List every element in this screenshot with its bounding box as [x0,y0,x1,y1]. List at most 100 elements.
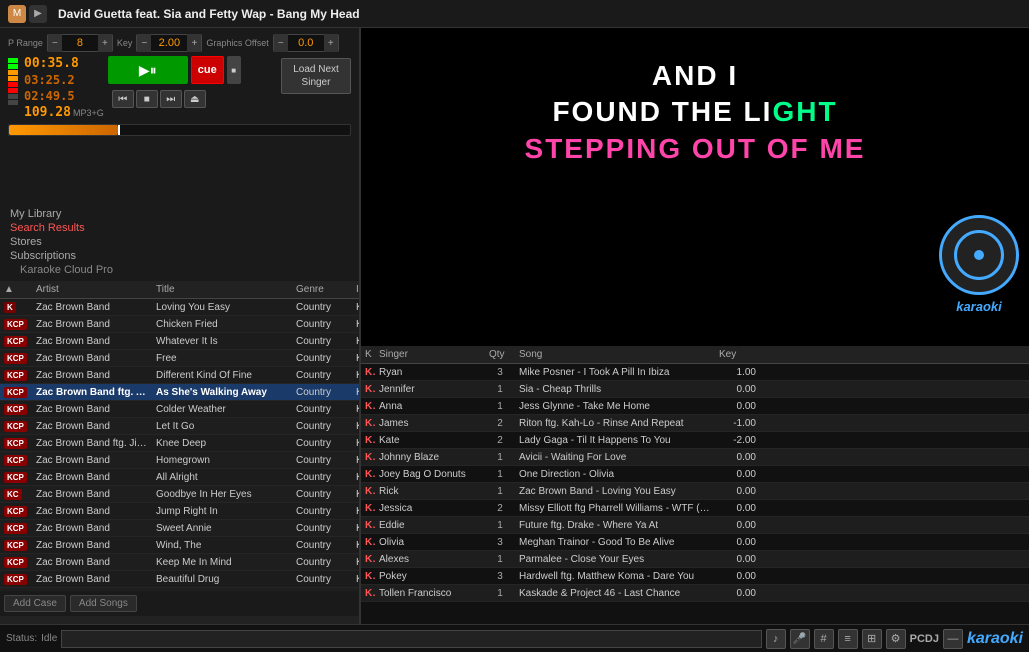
playback-area: ▶⏸ cue ■ ⏮ ■ ⏭ ⏏ [108,54,277,111]
queue-icon-btn[interactable]: ⊞ [862,629,882,649]
lyrics-area: AND I FOUND THE LI GHT STEPPING OUT OF M… [361,28,1029,346]
queue-row[interactable]: K Alexes 1 Parmalee - Close Your Eyes 0.… [361,551,1029,568]
library-table-body: K Zac Brown Band Loving You Easy Country… [0,299,359,591]
queue-row[interactable]: K Jessica 2 Missy Elliott ftg Pharrell W… [361,500,1029,517]
library-table: ▲ Artist Title Genre In Case K Zac Brown… [0,281,359,591]
key-decrement[interactable]: − [137,34,151,52]
library-row[interactable]: KCP Zac Brown Band Chicken Fried Country… [0,316,359,333]
search-input[interactable] [61,630,761,648]
library-row[interactable]: KCP Zac Brown Band All Alright Country K… [0,469,359,486]
row-genre: Country [292,386,352,399]
music-icon-btn[interactable]: ♪ [766,629,786,649]
row-genre: Country [292,522,352,535]
library-row[interactable]: KCP Zac Brown Band Homegrown Country Kar… [0,452,359,469]
row-artist: Zac Brown Band [32,471,152,484]
brand-area: karaoki [967,630,1023,648]
list-icon-btn[interactable]: ≡ [838,629,858,649]
play-mini-button[interactable]: ▶ [29,5,47,23]
graphics-offset-spinner[interactable]: − 0.0 + [273,34,339,52]
waveform-area[interactable] [8,124,351,136]
add-songs-button[interactable]: Add Songs [70,595,137,612]
settings-icon-btn[interactable]: ⚙ [886,629,906,649]
row-artist: Zac Brown Band [32,403,152,416]
nav-subscriptions[interactable]: Subscriptions [6,249,353,263]
nav-stores[interactable]: Stores [6,235,353,249]
stop-button[interactable]: ■ [227,56,241,84]
queue-row[interactable]: K Rick 1 Zac Brown Band - Loving You Eas… [361,483,1029,500]
queue-k: K [361,434,375,447]
eject-button[interactable]: ⏏ [184,90,206,108]
logo-circle [939,215,1019,295]
library-row[interactable]: KCP Zac Brown Band Let It Go Country Kar… [0,418,359,435]
row-incase: Karaoke Cl [352,301,359,314]
library-row[interactable]: KCP Zac Brown Band Colder Weather Countr… [0,401,359,418]
p-range-increment[interactable]: + [98,34,112,52]
nav-search-results[interactable]: Search Results [6,221,353,235]
library-row[interactable]: K Zac Brown Band Loving You Easy Country… [0,299,359,316]
library-row[interactable]: KC Zac Brown Band Goodbye In Her Eyes Co… [0,486,359,503]
hash-icon-btn[interactable]: # [814,629,834,649]
queue-row[interactable]: K Kate 2 Lady Gaga - Til It Happens To Y… [361,432,1029,449]
graphics-offset-decrement[interactable]: − [274,34,288,52]
queue-row[interactable]: K Eddie 1 Future ftg. Drake - Where Ya A… [361,517,1029,534]
queue-song: Missy Elliott ftg Pharrell Williams - WT… [515,502,715,515]
row-artist: Zac Brown Band [32,454,152,467]
library-table-header: ▲ Artist Title Genre In Case [0,281,359,299]
forward-button[interactable]: ⏭ [160,90,182,108]
library-row[interactable]: KCP Zac Brown Band Free Country Karaoke … [0,350,359,367]
mic-icon-btn[interactable]: 🎤 [790,629,810,649]
graphics-offset-increment[interactable]: + [324,34,338,52]
add-case-button[interactable]: Add Case [4,595,66,612]
add-buttons-bar: Add Case Add Songs [0,591,359,616]
library-row[interactable]: KCP Zac Brown Band Whatever It Is Countr… [0,333,359,350]
m-button[interactable]: M [8,5,26,23]
queue-song: Mike Posner - I Took A Pill In Ibiza [515,366,715,379]
library-hscroll[interactable] [0,616,359,624]
library-row[interactable]: KCP Zac Brown Band ftg. Jimmy ... Knee D… [0,435,359,452]
library-nav: My Library Search Results Stores Subscri… [0,203,359,281]
lyrics-line-2-green: GHT [772,94,837,130]
p-range-spinner[interactable]: − 8 + [47,34,113,52]
queue-row[interactable]: K Pokey 3 Hardwell ftg. Matthew Koma - D… [361,568,1029,585]
nav-karaoke-cloud[interactable]: Karaoke Cloud Pro [6,263,353,277]
queue-key: 0.00 [715,519,760,532]
timer-row-3: 02:49.5 [24,89,104,103]
queue-row[interactable]: K Jennifer 1 Sia - Cheap Thrills 0.00 [361,381,1029,398]
row-artist: Zac Brown Band [32,522,152,535]
key-increment[interactable]: + [187,34,201,52]
format-label: MP3+G [73,108,104,118]
row-badge: KCP [0,386,32,399]
library-row[interactable]: KCP Zac Brown Band Keep Me In Mind Count… [0,554,359,571]
queue-row[interactable]: K Tollen Francisco 1 Kaskade & Project 4… [361,585,1029,602]
queue-row[interactable]: K Anna 1 Jess Glynne - Take Me Home 0.00 [361,398,1029,415]
stop-btn[interactable]: ■ [136,90,158,108]
p-range-decrement[interactable]: − [48,34,62,52]
queue-row[interactable]: K Ryan 3 Mike Posner - I Took A Pill In … [361,364,1029,381]
load-next-singer-button[interactable]: Load Next Singer [281,58,351,94]
library-row[interactable]: KCP Zac Brown Band Wind, The Country Kar… [0,537,359,554]
library-row[interactable]: KCP Zac Brown Band Beautiful Drug Countr… [0,571,359,588]
queue-qty: 2 [485,502,515,515]
qth-singer: Singer [375,348,485,361]
play-pause-button[interactable]: ▶⏸ [108,56,188,84]
queue-qty: 1 [485,468,515,481]
library-row[interactable]: KCP Zac Brown Band Jump Right In Country… [0,503,359,520]
key-spinner[interactable]: − 2.00 + [136,34,202,52]
library-row[interactable]: KCP Zac Brown Band ftg. Alan Ja... As Sh… [0,384,359,401]
library-row[interactable]: KCP Zac Brown Band Sweet Annie Country K… [0,520,359,537]
row-badge: KCP [0,505,32,518]
cue-button[interactable]: cue [191,56,224,84]
queue-row[interactable]: K Olivia 3 Meghan Trainor - Good To Be A… [361,534,1029,551]
queue-qty: 3 [485,536,515,549]
nav-my-library[interactable]: My Library [6,207,353,221]
queue-row[interactable]: K Johnny Blaze 1 Avicii - Waiting For Lo… [361,449,1029,466]
queue-qty: 1 [485,383,515,396]
row-badge: KCP [0,369,32,382]
queue-song: Zac Brown Band - Loving You Easy [515,485,715,498]
queue-row[interactable]: K James 2 Riton ftg. Kah-Lo - Rinse And … [361,415,1029,432]
karaoki-brand-text: karaoki [956,299,1002,314]
queue-row[interactable]: K Joey Bag O Donuts 1 One Direction - Ol… [361,466,1029,483]
library-row[interactable]: KCP Zac Brown Band Different Kind Of Fin… [0,367,359,384]
minimize-button[interactable]: — [943,629,963,649]
rewind-button[interactable]: ⏮ [112,90,134,108]
